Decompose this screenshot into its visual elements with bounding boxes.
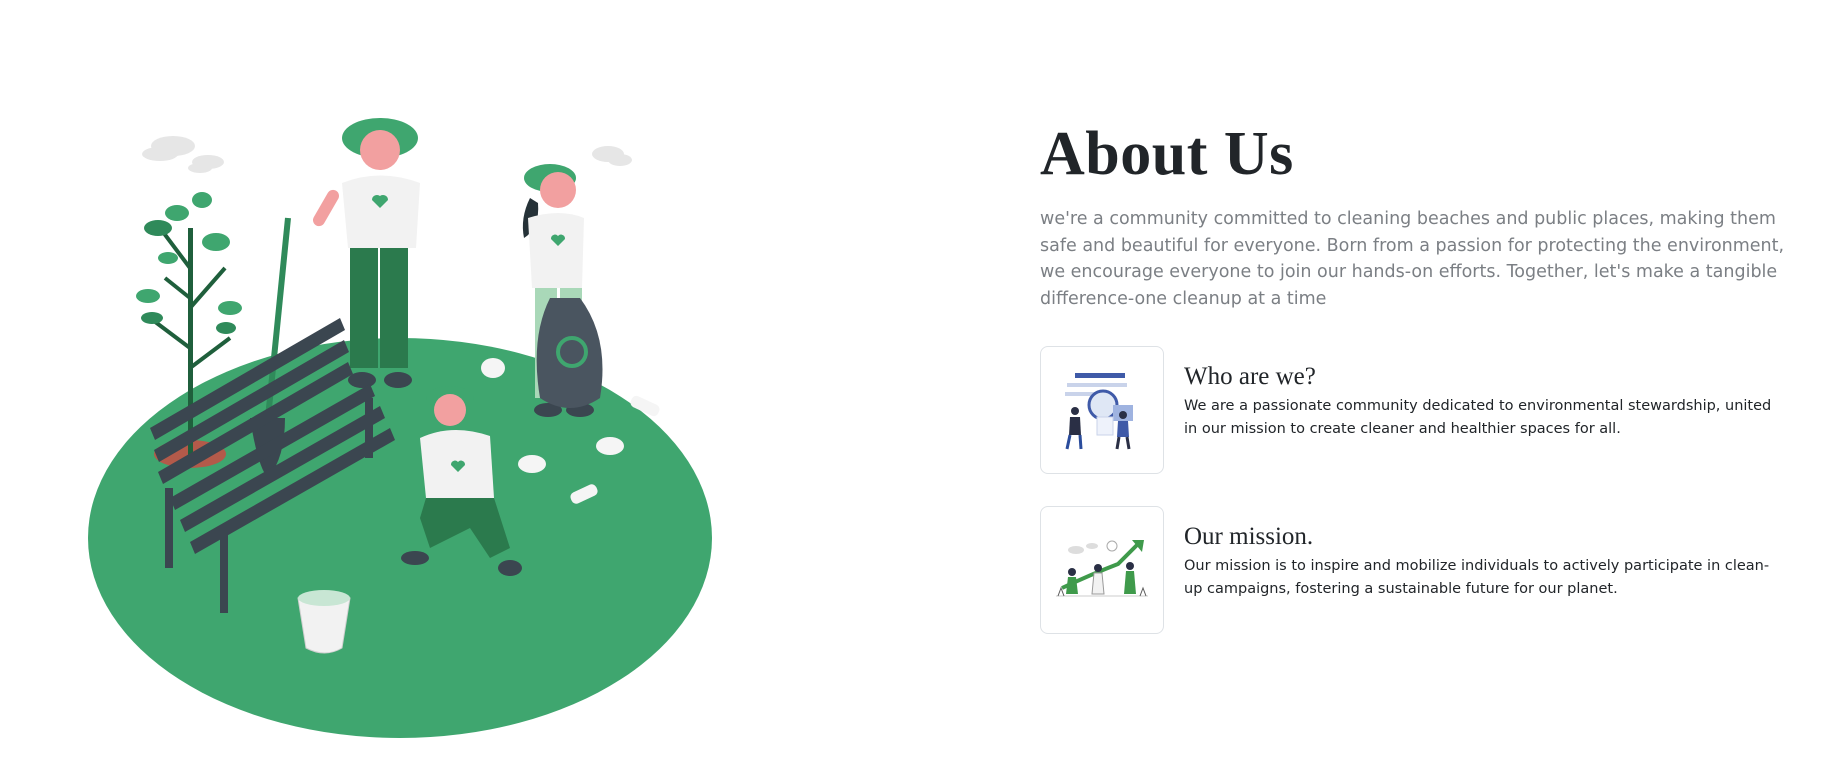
page-title: About Us bbox=[1040, 120, 1294, 188]
our-mission-card: Our mission. Our mission is to inspire a… bbox=[1040, 506, 1784, 634]
bucket-icon bbox=[297, 590, 351, 654]
card-text: We are a passionate community dedicated … bbox=[1184, 398, 1772, 437]
card-title: Our mission. bbox=[1184, 523, 1314, 550]
community-search-icon bbox=[1040, 346, 1164, 474]
card-title: Who are we? bbox=[1184, 363, 1316, 390]
about-intro-text: we're a community committed to cleaning … bbox=[1040, 209, 1785, 309]
team-growth-icon bbox=[1040, 506, 1164, 634]
who-are-we-card: Who are we? We are a passionate communit… bbox=[1040, 346, 1784, 474]
volunteers-cleanup-illustration bbox=[80, 118, 720, 738]
card-text: Our mission is to inspire and mobilize i… bbox=[1184, 558, 1770, 597]
about-section: About Us we're a community committed to … bbox=[1040, 120, 1800, 634]
grass-ground bbox=[88, 338, 712, 738]
